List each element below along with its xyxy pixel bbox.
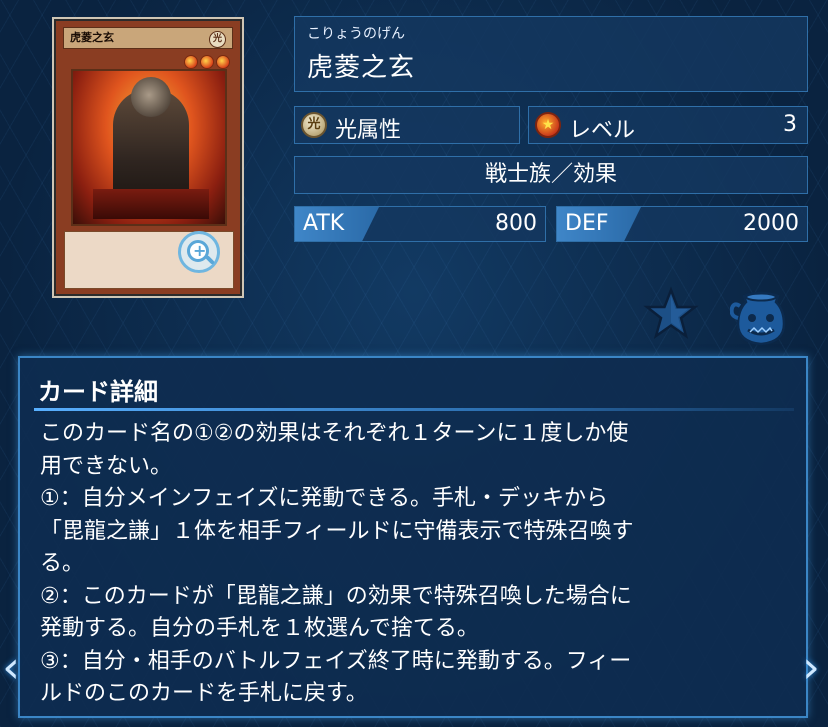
level-star-icon — [216, 55, 230, 69]
card-image-name: 虎菱之玄 光 — [63, 27, 233, 49]
card-image-attribute-icon: 光 — [209, 31, 226, 48]
artwork-throne — [93, 189, 209, 219]
card-image-level-stars — [184, 55, 230, 69]
attribute-label: 光属性 — [335, 118, 402, 143]
zoom-in-icon[interactable]: + — [178, 231, 220, 273]
card-detail-panel: カード詳細 このカード名の①②の効果はそれぞれ１ターンに１度しか使 用できない。… — [18, 356, 808, 718]
def-label: DEF — [565, 211, 609, 236]
atk-panel: ATK 800 — [294, 206, 546, 242]
chevron-right-icon[interactable]: › — [800, 636, 822, 700]
artwork-warrior-head — [131, 77, 171, 117]
effect-line: る。 — [40, 551, 85, 576]
atk-label: ATK — [303, 211, 345, 236]
atk-value: 800 — [495, 211, 537, 236]
detail-title: カード詳細 — [38, 378, 158, 406]
chevron-left-icon[interactable]: ‹ — [0, 636, 22, 700]
card-artwork — [71, 69, 227, 226]
card-name: 虎菱之玄 — [307, 53, 416, 83]
effect-line: ②：このカードが「毘龍之謙」の効果で特殊召喚した場合に — [40, 583, 632, 609]
level-value: 3 — [783, 112, 797, 137]
level-star-icon — [200, 55, 214, 69]
type-panel: 戦士族／効果 — [294, 156, 808, 194]
light-attribute-icon: 光 — [301, 112, 327, 138]
effect-line: ③：自分・相手のバトルフェイズ終了時に発動する。フィー — [40, 648, 632, 674]
effect-line: 「毘龍之謙」１体を相手フィールドに守備表示で特殊召喚す — [40, 518, 634, 544]
level-star-icon: ★ — [535, 112, 561, 138]
card-type: 戦士族／効果 — [484, 162, 617, 187]
card-name-ruby: こりょうのげん — [307, 26, 405, 42]
card-effect-text: このカード名の①②の効果はそれぞれ１ターンに１度しか使 用できない。 ①：自分メ… — [40, 418, 800, 711]
effect-line: 発動する。自分の手札を１枚選んで捨てる。 — [40, 616, 479, 641]
effect-line: ルドのこのカードを手札に戻す。 — [40, 681, 368, 706]
effect-line: 用できない。 — [40, 453, 173, 479]
pot-of-greed-icon[interactable] — [730, 288, 792, 348]
level-star-icon — [184, 55, 198, 69]
def-value: 2000 — [743, 211, 799, 236]
level-label: レベル — [569, 118, 636, 143]
star-icon[interactable] — [643, 286, 699, 342]
effect-line: このカード名の①②の効果はそれぞれ１ターンに１度しか使 — [40, 421, 629, 446]
level-panel: ★ レベル 3 — [528, 106, 808, 144]
def-panel: DEF 2000 — [556, 206, 808, 242]
detail-divider — [34, 408, 794, 411]
effect-line: ①：自分メインフェイズに発動できる。手札・デッキから — [40, 486, 608, 511]
card-name-panel: こりょうのげん 虎菱之玄 — [294, 16, 808, 92]
attribute-panel: 光 光属性 — [294, 106, 520, 144]
